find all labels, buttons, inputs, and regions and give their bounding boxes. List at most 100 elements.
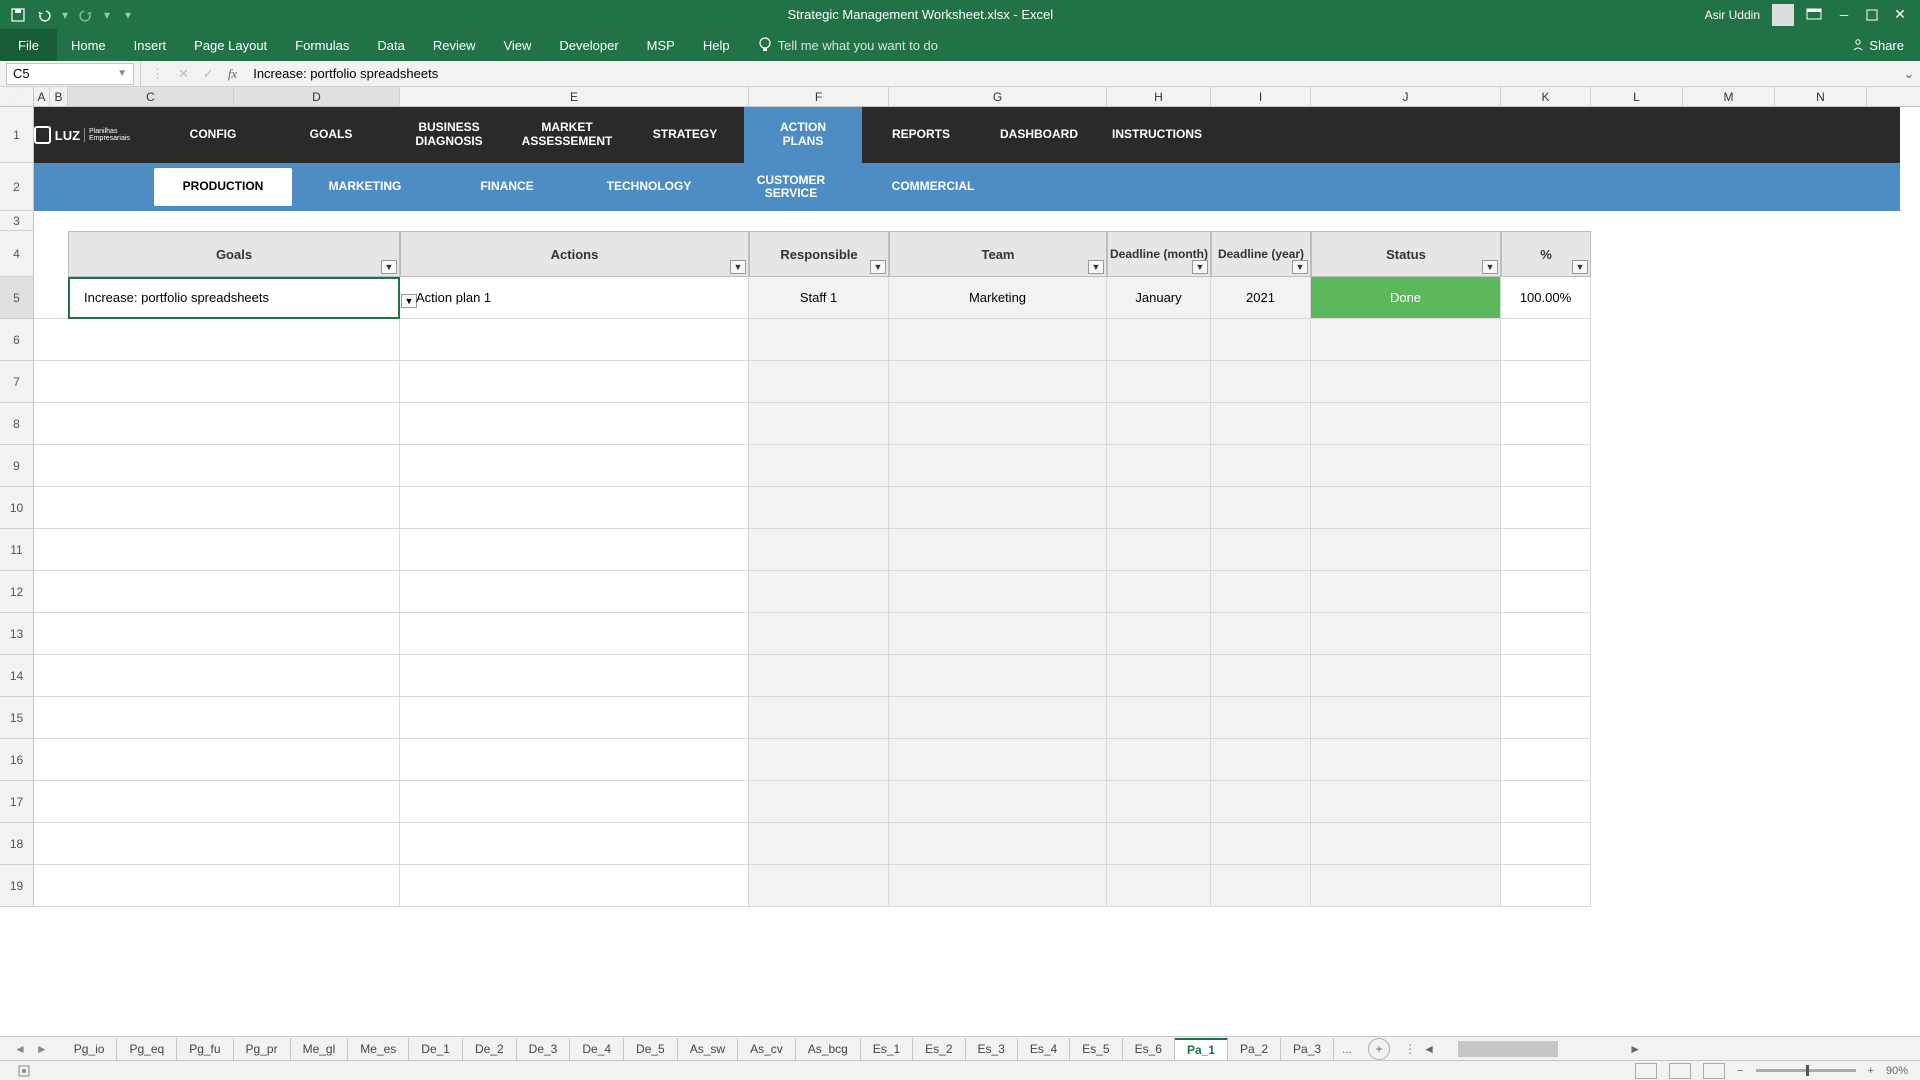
cell-empty[interactable] xyxy=(749,487,889,529)
cell-empty[interactable] xyxy=(749,529,889,571)
row-header-8[interactable]: 8 xyxy=(0,403,34,445)
cell-empty[interactable] xyxy=(1501,571,1591,613)
cell-empty[interactable] xyxy=(400,865,749,907)
cell-empty[interactable] xyxy=(889,529,1107,571)
user-avatar-icon[interactable] xyxy=(1772,4,1794,26)
cell-empty[interactable] xyxy=(749,823,889,865)
cell-empty[interactable] xyxy=(889,823,1107,865)
col-header-k[interactable]: K xyxy=(1501,87,1591,106)
cell-empty[interactable] xyxy=(68,571,400,613)
cell-empty[interactable] xyxy=(1501,655,1591,697)
col-header-m[interactable]: M xyxy=(1683,87,1775,106)
cell-empty[interactable] xyxy=(1107,865,1211,907)
th-percent[interactable]: %▼ xyxy=(1501,231,1591,277)
cell-empty[interactable] xyxy=(400,739,749,781)
cell-empty[interactable] xyxy=(1311,445,1501,487)
cell-team[interactable]: Marketing xyxy=(889,277,1107,319)
col-header-h[interactable]: H xyxy=(1107,87,1211,106)
zoom-out-button[interactable]: − xyxy=(1737,1065,1743,1077)
more-icon[interactable]: ⋮ xyxy=(151,66,164,82)
close-button[interactable]: ✕ xyxy=(1890,6,1910,23)
confirm-icon[interactable]: ✓ xyxy=(203,66,214,82)
sub-tab-marketing[interactable]: MARKETING xyxy=(296,168,434,206)
cell-empty[interactable] xyxy=(1211,613,1311,655)
cell-empty[interactable] xyxy=(1311,865,1501,907)
cell-empty[interactable] xyxy=(1311,823,1501,865)
cell-empty[interactable] xyxy=(1211,823,1311,865)
filter-icon[interactable]: ▼ xyxy=(1572,260,1588,274)
cell-empty[interactable] xyxy=(889,487,1107,529)
page-layout-view-button[interactable] xyxy=(1669,1063,1691,1079)
sheet-tab-as_bcg[interactable]: As_bcg xyxy=(796,1038,861,1060)
col-header-b[interactable]: B xyxy=(50,87,68,106)
cell-empty[interactable] xyxy=(68,403,400,445)
sheet-tab-me_gl[interactable]: Me_gl xyxy=(291,1038,349,1060)
ribbon-tab-msp[interactable]: MSP xyxy=(633,29,689,61)
cell-empty[interactable] xyxy=(1501,697,1591,739)
sheet-tab-pg_eq[interactable]: Pg_eq xyxy=(117,1038,177,1060)
app-tab-market-assessement[interactable]: MARKETASSESSEMENT xyxy=(508,107,626,163)
sheet-tab-as_sw[interactable]: As_sw xyxy=(678,1038,738,1060)
sheet-tab-options-icon[interactable]: ⋮ xyxy=(1398,1042,1422,1056)
cell-empty[interactable] xyxy=(68,655,400,697)
cell-empty[interactable] xyxy=(889,739,1107,781)
cell-empty[interactable] xyxy=(889,865,1107,907)
cell-empty[interactable] xyxy=(1311,319,1501,361)
minimize-button[interactable]: ─ xyxy=(1834,8,1854,22)
th-goals[interactable]: Goals▼ xyxy=(68,231,400,277)
cell-empty[interactable] xyxy=(1107,613,1211,655)
cell-empty[interactable] xyxy=(68,739,400,781)
th-actions[interactable]: Actions▼ xyxy=(400,231,749,277)
sub-tab-finance[interactable]: FINANCE xyxy=(438,168,576,206)
cancel-icon[interactable]: ✕ xyxy=(178,66,189,82)
ribbon-tab-developer[interactable]: Developer xyxy=(545,29,632,61)
row-header-19[interactable]: 19 xyxy=(0,865,34,907)
undo-icon[interactable] xyxy=(34,5,54,25)
col-header-c[interactable]: C xyxy=(68,87,234,106)
cell-empty[interactable] xyxy=(749,781,889,823)
ribbon-tab-view[interactable]: View xyxy=(489,29,545,61)
cell-actions[interactable]: Action plan 1 xyxy=(400,277,749,319)
row-header-10[interactable]: 10 xyxy=(0,487,34,529)
sheet-tab-es_5[interactable]: Es_5 xyxy=(1070,1038,1122,1060)
file-tab[interactable]: File xyxy=(0,29,57,61)
select-all-corner[interactable] xyxy=(0,87,34,106)
col-header-a[interactable]: A xyxy=(34,87,50,106)
ribbon-tab-data[interactable]: Data xyxy=(363,29,418,61)
sheet-tab-pg_io[interactable]: Pg_io xyxy=(62,1038,118,1060)
cell-empty[interactable] xyxy=(1311,655,1501,697)
app-tab-instructions[interactable]: INSTRUCTIONS xyxy=(1098,107,1216,163)
cell-empty[interactable] xyxy=(889,361,1107,403)
zoom-slider[interactable] xyxy=(1756,1069,1856,1072)
cell-empty[interactable] xyxy=(1501,529,1591,571)
cell-empty[interactable] xyxy=(1211,445,1311,487)
row-header-16[interactable]: 16 xyxy=(0,739,34,781)
sheet-tab-es_2[interactable]: Es_2 xyxy=(913,1038,965,1060)
zoom-level[interactable]: 90% xyxy=(1886,1065,1908,1077)
cell-empty[interactable] xyxy=(1311,403,1501,445)
record-macro-icon[interactable] xyxy=(18,1065,30,1077)
cell-empty[interactable] xyxy=(400,571,749,613)
cell-empty[interactable] xyxy=(1211,739,1311,781)
filter-icon[interactable]: ▼ xyxy=(1292,260,1308,274)
cell-empty[interactable] xyxy=(1211,655,1311,697)
th-status[interactable]: Status▼ xyxy=(1311,231,1501,277)
cell-empty[interactable] xyxy=(889,571,1107,613)
cell-empty[interactable] xyxy=(68,781,400,823)
th-deadline-year[interactable]: Deadline (year)▼ xyxy=(1211,231,1311,277)
cell-empty[interactable] xyxy=(1501,487,1591,529)
scroll-left-icon[interactable]: ◄ xyxy=(14,1042,26,1056)
cell-empty[interactable] xyxy=(1211,697,1311,739)
hscroll-left-icon[interactable]: ◄ xyxy=(1422,1041,1436,1057)
col-header-f[interactable]: F xyxy=(749,87,889,106)
sheet-tab-me_es[interactable]: Me_es xyxy=(348,1038,409,1060)
cell-empty[interactable] xyxy=(1211,529,1311,571)
cell-empty[interactable] xyxy=(1107,781,1211,823)
sheet-tab-pa_3[interactable]: Pa_3 xyxy=(1281,1038,1334,1060)
chevron-down-icon[interactable]: ▾ xyxy=(102,5,112,25)
filter-icon[interactable]: ▼ xyxy=(870,260,886,274)
sheet-tab-de_4[interactable]: De_4 xyxy=(570,1038,624,1060)
th-team[interactable]: Team▼ xyxy=(889,231,1107,277)
cell-empty[interactable] xyxy=(400,403,749,445)
filter-icon[interactable]: ▼ xyxy=(730,260,746,274)
